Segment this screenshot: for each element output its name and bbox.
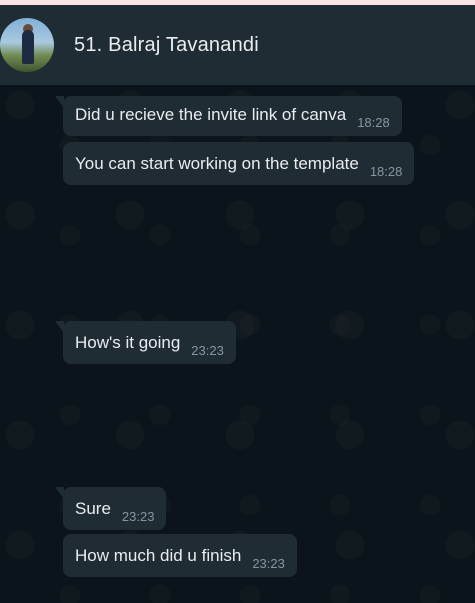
message-text: You can start working on the template — [75, 154, 359, 173]
message-text: Did u recieve the invite link of canva — [75, 105, 347, 124]
message-text: How much did u finish — [75, 546, 242, 565]
chat-area[interactable]: Did u recieve the invite link of canva 1… — [0, 85, 475, 603]
message-bubble[interactable]: Sure 23:23 — [54, 487, 167, 530]
avatar[interactable] — [0, 18, 54, 72]
contact-name[interactable]: 51. Balraj Tavanandi — [74, 34, 259, 57]
message-bubble[interactable]: Did u recieve the invite link of canva 1… — [55, 96, 402, 136]
message-text: Sure — [75, 499, 111, 518]
message-text: How's it going — [75, 333, 181, 352]
message-time: 18:28 — [369, 164, 403, 179]
message-time: 23:23 — [191, 343, 224, 358]
message-time: 23:23 — [121, 509, 155, 524]
message-time: 23:23 — [252, 556, 285, 571]
message-bubble[interactable]: How's it going 23:23 — [55, 321, 236, 364]
message-time: 18:28 — [357, 115, 390, 130]
chat-header[interactable]: 51. Balraj Tavanandi — [0, 5, 475, 85]
message-bubble[interactable]: You can start working on the template 18… — [63, 142, 415, 185]
message-bubble[interactable]: How much did u finish 23:23 — [63, 534, 297, 577]
avatar-figure — [22, 30, 34, 64]
